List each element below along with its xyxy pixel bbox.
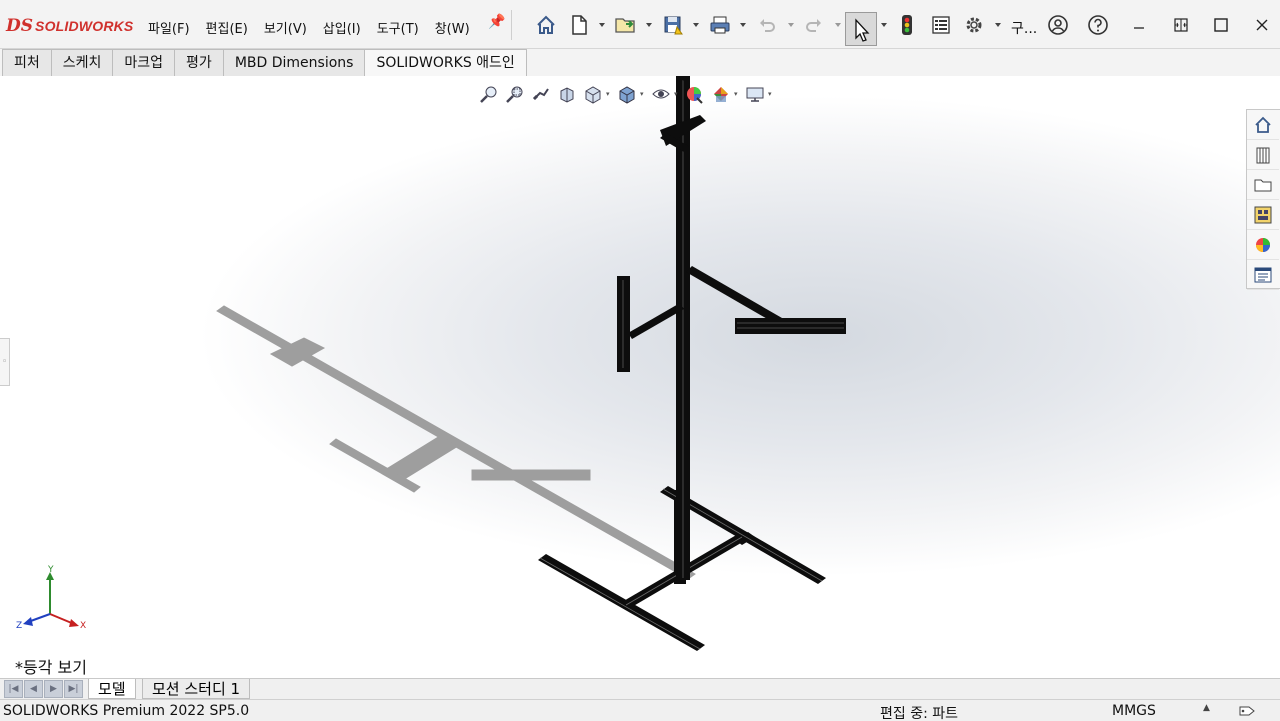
view-orientation-icon[interactable] xyxy=(580,82,606,106)
appearances-icon[interactable] xyxy=(1247,230,1279,260)
heads-up-view-toolbar: ▾ ▾ ▾ ▾ ▾ xyxy=(476,81,776,107)
tab-mbd-dimensions[interactable]: MBD Dimensions xyxy=(222,49,366,76)
redo-icon[interactable] xyxy=(801,12,827,38)
edit-appearance-icon[interactable] xyxy=(682,82,708,106)
status-units[interactable]: MMGS xyxy=(1112,703,1156,719)
menu-view[interactable]: 보기(V) xyxy=(256,0,315,49)
status-bar: SOLIDWORKS Premium 2022 SP5.0 편집 중: 파트 M… xyxy=(0,699,1280,721)
tab-model[interactable]: 모델 xyxy=(88,679,136,699)
select-icon[interactable] xyxy=(845,12,877,46)
undo-icon[interactable] xyxy=(754,12,780,38)
solidworks-logo[interactable]: DS SOLIDWORKS xyxy=(6,15,133,37)
tab-sketch[interactable]: 스케치 xyxy=(50,49,114,76)
design-library-icon[interactable] xyxy=(1247,140,1279,170)
section-view-icon[interactable] xyxy=(554,82,580,106)
toolbar-separator xyxy=(511,10,512,40)
help-icon[interactable] xyxy=(1085,12,1111,38)
restore-icon[interactable] xyxy=(1168,12,1194,38)
triad-x-label: X xyxy=(80,621,86,631)
model-3d-frame[interactable] xyxy=(0,76,1280,678)
menu-edit[interactable]: 편집(E) xyxy=(198,0,256,49)
tab-features[interactable]: 피처 xyxy=(2,49,52,76)
save-icon[interactable] xyxy=(660,12,686,38)
display-style-icon[interactable] xyxy=(614,82,640,106)
print-icon[interactable] xyxy=(706,12,734,38)
zoom-to-fit-icon[interactable] xyxy=(476,82,502,106)
triad-z-label: Z xyxy=(16,621,22,631)
hide-show-icon[interactable] xyxy=(648,82,674,106)
file-explorer-icon[interactable] xyxy=(1247,170,1279,200)
tab-evaluate[interactable]: 평가 xyxy=(174,49,224,76)
view-settings-icon[interactable] xyxy=(742,82,768,106)
feature-manager-toggle[interactable]: ◦ xyxy=(0,338,10,386)
view-palette-icon[interactable] xyxy=(1247,200,1279,230)
graphics-area[interactable]: ◦ ▾ ▾ ▾ ▾ ▾ Y X Z *등각 보기 xyxy=(0,76,1280,678)
custom-properties-icon[interactable] xyxy=(1247,260,1279,290)
zoom-to-area-icon[interactable] xyxy=(502,82,528,106)
view-orientation-label: *등각 보기 xyxy=(15,658,87,677)
previous-tab-icon[interactable]: ◀ xyxy=(24,680,43,698)
triad-y-label: Y xyxy=(47,565,54,575)
model-tabs-bar: |◀ ◀ ▶ ▶| 모델 모션 스터디 1 xyxy=(0,678,1280,699)
menu-insert[interactable]: 삽입(I) xyxy=(315,0,369,49)
pin-menu-icon[interactable]: 📌 xyxy=(488,14,505,30)
command-manager-tabs: 피처 스케치 마크업 평가 MBD Dimensions SOLIDWORKS … xyxy=(0,49,1280,121)
save-dropdown-icon[interactable] xyxy=(693,23,699,27)
tab-motion-study-1[interactable]: 모션 스터디 1 xyxy=(142,679,251,699)
open-dropdown-icon[interactable] xyxy=(646,23,652,27)
search-commands[interactable]: 구... xyxy=(1011,18,1037,38)
menu-bar: 파일(F) 편집(E) 보기(V) 삽입(I) 도구(T) 창(W) xyxy=(140,0,478,49)
new-document-icon[interactable] xyxy=(566,12,592,38)
logo-mark: DS xyxy=(6,16,34,36)
options-dropdown-icon[interactable] xyxy=(995,23,1001,27)
undo-dropdown-icon[interactable] xyxy=(788,23,794,27)
close-icon[interactable] xyxy=(1249,12,1275,38)
center-column xyxy=(676,76,690,580)
previous-view-icon[interactable] xyxy=(528,82,554,106)
next-tab-icon[interactable]: ▶ xyxy=(44,680,63,698)
file-properties-icon[interactable] xyxy=(928,12,954,38)
tags-icon[interactable] xyxy=(1238,704,1256,721)
tab-solidworks-addins[interactable]: SOLIDWORKS 애드인 xyxy=(364,49,527,76)
maximize-icon[interactable] xyxy=(1208,12,1234,38)
open-icon[interactable] xyxy=(612,12,640,38)
task-pane xyxy=(1246,109,1280,290)
print-dropdown-icon[interactable] xyxy=(740,23,746,27)
status-app-version: SOLIDWORKS Premium 2022 SP5.0 xyxy=(3,703,250,719)
options-icon[interactable] xyxy=(961,12,987,38)
right-arm xyxy=(686,266,846,334)
last-tab-icon[interactable]: ▶| xyxy=(64,680,83,698)
status-edit-mode: 편집 중: 파트 xyxy=(880,706,959,721)
home-icon[interactable] xyxy=(533,12,559,38)
logo-text: SOLIDWORKS xyxy=(35,18,134,34)
minimize-icon[interactable] xyxy=(1126,12,1152,38)
new-dropdown-icon[interactable] xyxy=(599,23,605,27)
units-up-icon[interactable]: ▲ xyxy=(1203,703,1210,713)
title-bar: DS SOLIDWORKS 파일(F) 편집(E) 보기(V) 삽입(I) 도구… xyxy=(0,0,1280,49)
select-dropdown-icon[interactable] xyxy=(881,23,887,27)
rebuild-icon[interactable] xyxy=(896,12,918,38)
apply-scene-icon[interactable] xyxy=(708,82,734,106)
account-icon[interactable] xyxy=(1045,12,1071,38)
reference-triad: Y X Z xyxy=(16,565,86,631)
tab-markup[interactable]: 마크업 xyxy=(112,49,176,76)
first-tab-icon[interactable]: |◀ xyxy=(4,680,23,698)
task-pane-home-icon[interactable] xyxy=(1247,110,1279,140)
menu-window[interactable]: 창(W) xyxy=(427,0,478,49)
redo-dropdown-icon[interactable] xyxy=(835,23,841,27)
menu-file[interactable]: 파일(F) xyxy=(140,0,198,49)
menu-tools[interactable]: 도구(T) xyxy=(369,0,427,49)
left-arm xyxy=(617,276,684,372)
